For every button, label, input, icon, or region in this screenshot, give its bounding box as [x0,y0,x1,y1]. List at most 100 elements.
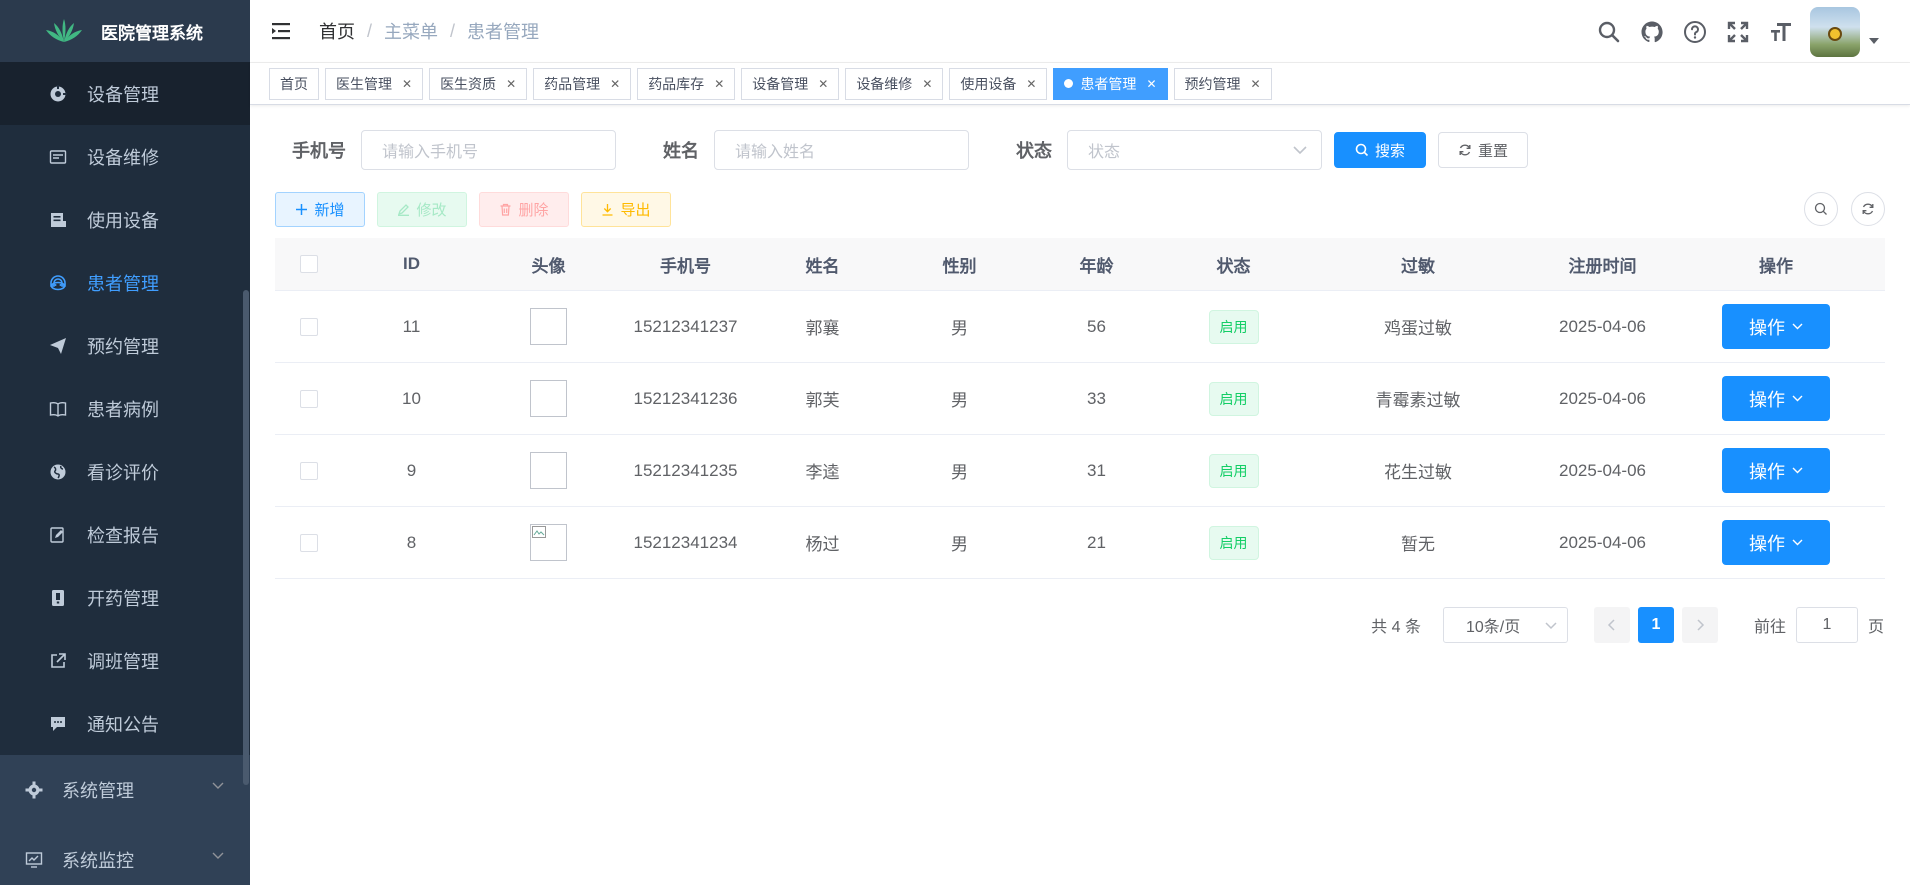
name-cell: 郭襄 [805,319,840,338]
id-cell: 9 [406,460,417,480]
tag-4[interactable]: 药品库存 ✕ [637,67,736,100]
tag-6[interactable]: 设备维修 ✕ [845,67,944,100]
column-header: 年龄 [1079,256,1114,276]
tag-0[interactable]: 首页 [269,67,319,100]
chevron-left-icon [1607,619,1615,631]
sidebar-item-6[interactable]: 看诊评价 [0,440,250,503]
allergy-cell: 鸡蛋过敏 [1384,319,1452,338]
page-size-select[interactable]: 10条/页 [1442,607,1568,643]
edit-button-label: 修改 [416,202,447,219]
sidebar-item-9[interactable]: 调班管理 [0,629,250,692]
name-input[interactable]: 请输入姓名 [714,130,969,170]
close-icon[interactable]: ✕ [610,77,620,91]
close-icon[interactable]: ✕ [1251,77,1261,91]
sidebar-item-label: 使用设备 [87,210,159,231]
tag-7[interactable]: 使用设备 ✕ [949,67,1048,100]
tag-3[interactable]: 药品管理 ✕ [533,67,632,100]
tag-5[interactable]: 设备管理 ✕ [741,67,840,100]
row-action-button[interactable]: 操作 [1722,376,1830,421]
chevron-down-icon [212,852,224,859]
chevron-down-icon [1792,539,1803,546]
refresh-button[interactable] [1851,192,1885,226]
phone-input[interactable]: 请输入手机号 [361,130,616,170]
close-icon[interactable]: ✕ [1146,77,1156,91]
status-badge: 启用 [1208,381,1259,416]
close-icon[interactable]: ✕ [506,77,516,91]
toggle-search-button[interactable] [1804,192,1838,226]
name-cell: 李逵 [805,463,840,482]
add-button-label: 新增 [314,202,345,219]
sidebar-item-label: 开药管理 [87,588,159,609]
sidebar-item-10[interactable]: 通知公告 [0,692,250,755]
sidebar-item-2[interactable]: 使用设备 [0,188,250,251]
repair-icon [48,147,68,167]
status-select[interactable]: 状态 [1067,130,1322,170]
reset-button[interactable]: 重置 [1438,132,1528,168]
edit-icon [398,204,410,216]
search-icon[interactable] [1596,19,1622,45]
sidebar-item-0[interactable]: 设备管理 [0,62,250,125]
gear-icon [24,780,44,800]
font-size-icon[interactable] [1768,19,1794,45]
edit-button[interactable]: 修改 [377,192,467,227]
plus-icon [296,204,308,215]
github-icon[interactable] [1639,19,1665,45]
fullscreen-icon[interactable] [1725,19,1751,45]
page-button-current[interactable]: 1 [1637,607,1674,643]
sidebar-item-5[interactable]: 患者病例 [0,377,250,440]
export-button[interactable]: 导出 [581,192,671,227]
external-link-icon [48,651,68,671]
sidebar-scrollbar[interactable] [243,290,249,785]
breadcrumb-home[interactable]: 首页 [319,18,355,44]
add-button[interactable]: 新增 [275,192,365,227]
phone-placeholder: 请输入手机号 [382,144,479,161]
tag-label: 医生资质 [440,75,497,92]
close-icon[interactable]: ✕ [922,77,932,91]
row-checkbox[interactable] [300,317,318,336]
close-icon[interactable]: ✕ [714,77,724,91]
tag-9[interactable]: 预约管理 ✕ [1173,67,1272,100]
gender-cell: 男 [951,535,968,554]
avatar-sunflower [1828,26,1842,41]
row-action-button[interactable]: 操作 [1722,520,1830,565]
sidebar-item-8[interactable]: 开药管理 [0,566,250,629]
next-page-button[interactable] [1681,607,1718,643]
sidebar-item-label: 通知公告 [87,714,159,735]
table-header-row: ID 头像 手机号 姓名 性别 年龄 状态 过敏 注册时间 操作 [275,238,1885,291]
column-header: 手机号 [660,256,711,276]
search-button[interactable]: 搜索 [1334,132,1426,168]
age-cell: 21 [1087,532,1106,552]
chevron-down-icon [1792,323,1803,330]
close-icon[interactable]: ✕ [402,77,412,91]
status-cell: 启用 [1165,309,1302,344]
sidebar-menu-1[interactable]: 系统监控 [0,825,250,885]
row-action-button[interactable]: 操作 [1722,448,1830,493]
hamburger-icon[interactable] [271,21,293,41]
sidebar-item-3[interactable]: 患者管理 [0,251,250,314]
tag-2[interactable]: 医生资质 ✕ [429,67,528,100]
help-icon[interactable] [1682,19,1708,45]
sidebar-item-label: 患者病例 [87,399,159,420]
prev-page-button[interactable] [1593,607,1630,643]
select-all-checkbox[interactable] [300,255,318,273]
delete-button[interactable]: 删除 [479,192,569,227]
row-checkbox[interactable] [300,461,318,480]
tag-1[interactable]: 医生管理 ✕ [325,67,424,100]
age-cell: 56 [1087,316,1106,336]
sidebar-menu-0[interactable]: 系统管理 [0,755,250,825]
row-checkbox[interactable] [300,533,318,552]
goto-page-input[interactable]: 1 [1795,607,1858,643]
refresh-icon [1862,203,1874,215]
tag-8[interactable]: 患者管理 ✕ [1053,67,1168,100]
close-icon[interactable]: ✕ [1026,77,1036,91]
row-checkbox[interactable] [300,389,318,408]
sidebar-item-4[interactable]: 预约管理 [0,314,250,377]
caret-down-icon[interactable] [1868,37,1880,45]
sidebar-item-1[interactable]: 设备维修 [0,125,250,188]
user-avatar[interactable] [1810,6,1860,57]
close-icon[interactable]: ✕ [818,77,828,91]
logo[interactable]: 医院管理系统 [0,0,250,62]
sidebar-item-7[interactable]: 检查报告 [0,503,250,566]
search-form: 手机号 请输入手机号 姓名 请输入姓名 状态 状态 搜索 重置 [292,130,1528,170]
row-action-button[interactable]: 操作 [1722,304,1830,349]
